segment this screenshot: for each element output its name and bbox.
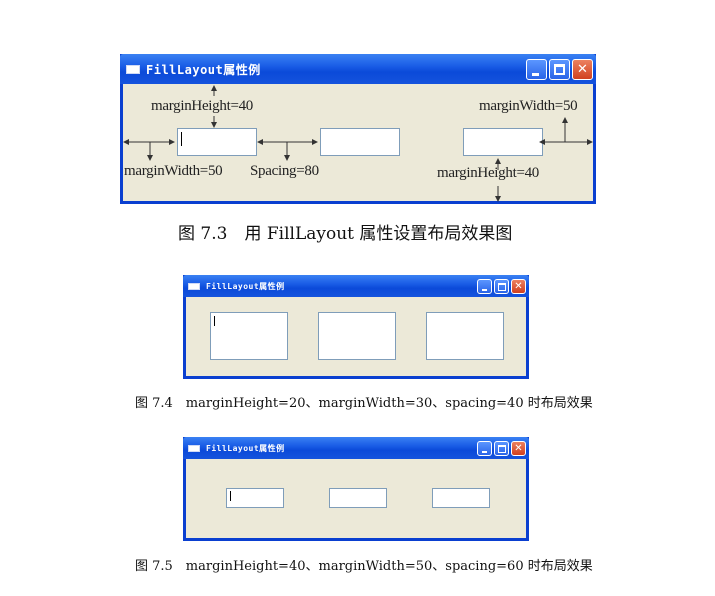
close-icon: ✕ bbox=[514, 442, 523, 454]
text-cursor bbox=[214, 316, 215, 326]
maximize-icon bbox=[498, 444, 506, 453]
fig75-text-field-1[interactable] bbox=[226, 488, 284, 508]
fig73-caption: 图 7.3 用 FillLayout 属性设置布局效果图 bbox=[178, 224, 513, 244]
fig75-window: FillLayout属性例 ✕ bbox=[183, 437, 529, 541]
fig74-caption: 图 7.4 marginHeight=20、marginWidth=30、spa… bbox=[135, 396, 593, 411]
close-button[interactable]: ✕ bbox=[511, 278, 526, 294]
fig74-text-field-3[interactable] bbox=[426, 312, 504, 360]
fig75-caption: 图 7.5 marginHeight=40、marginWidth=50、spa… bbox=[135, 559, 593, 574]
fig74-titlebar: FillLayout属性例 ✕ bbox=[183, 275, 529, 297]
fig74-text-field-2[interactable] bbox=[318, 312, 396, 360]
fig74-window: FillLayout属性例 ✕ bbox=[183, 275, 529, 379]
window-app-icon bbox=[188, 444, 200, 452]
fig75-titlebar: FillLayout属性例 ✕ bbox=[183, 437, 529, 459]
minimize-icon bbox=[482, 288, 487, 291]
minimize-icon bbox=[482, 450, 487, 453]
maximize-icon bbox=[498, 282, 506, 291]
minimize-button[interactable] bbox=[477, 440, 492, 456]
window-app-icon bbox=[188, 282, 200, 290]
fig75-text-field-2[interactable] bbox=[329, 488, 387, 508]
maximize-button[interactable] bbox=[494, 278, 509, 294]
window-title: FillLayout属性例 bbox=[206, 281, 285, 291]
text-cursor bbox=[230, 491, 231, 501]
fig74-text-field-1[interactable] bbox=[210, 312, 288, 360]
close-icon: ✕ bbox=[514, 280, 523, 292]
maximize-button[interactable] bbox=[494, 440, 509, 456]
close-button[interactable]: ✕ bbox=[511, 440, 526, 456]
fig75-text-field-3[interactable] bbox=[432, 488, 490, 508]
window-title: FillLayout属性例 bbox=[206, 443, 285, 453]
minimize-button[interactable] bbox=[477, 278, 492, 294]
